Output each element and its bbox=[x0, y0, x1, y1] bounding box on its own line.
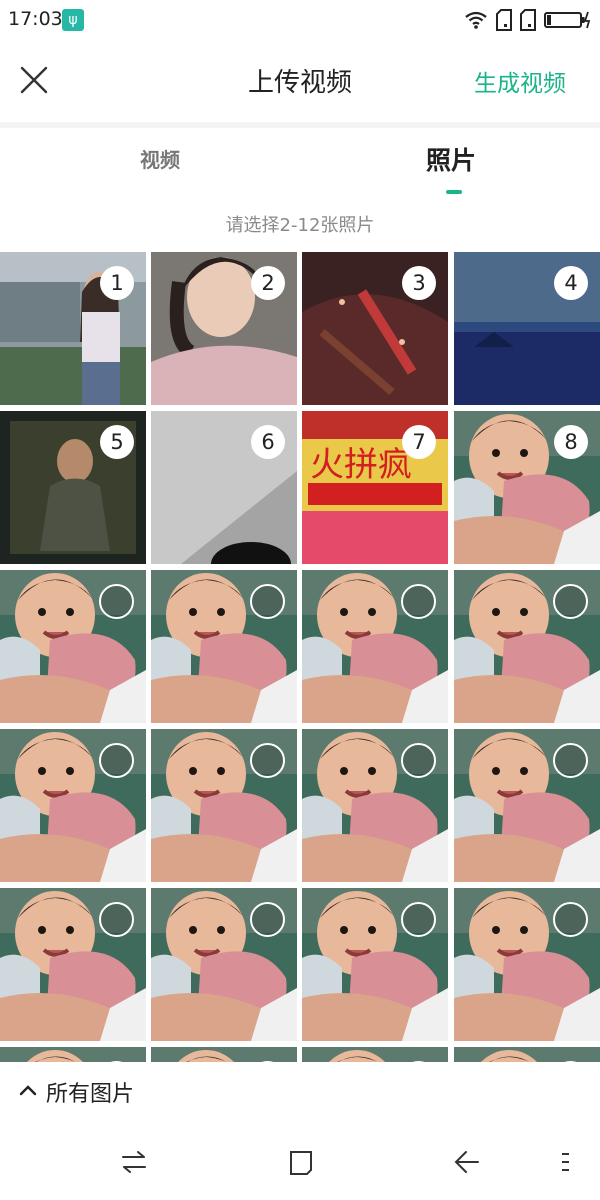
home-square-icon[interactable] bbox=[287, 1148, 315, 1176]
back-icon[interactable] bbox=[452, 1148, 480, 1176]
sim-2-icon bbox=[520, 9, 536, 31]
menu-icon[interactable] bbox=[560, 1148, 572, 1176]
photo-tile[interactable] bbox=[0, 729, 146, 882]
chevron-up-icon[interactable] bbox=[18, 1082, 38, 1098]
selection-order-badge[interactable]: 1 bbox=[100, 266, 134, 300]
selection-order-badge[interactable]: 4 bbox=[554, 266, 588, 300]
selection-order-badge[interactable]: 8 bbox=[554, 425, 588, 459]
photo-tile[interactable]: 5 bbox=[0, 411, 146, 564]
album-selector[interactable]: 所有图片 bbox=[46, 1076, 134, 1108]
system-nav-bar bbox=[0, 1120, 600, 1200]
tab-active-indicator bbox=[446, 190, 462, 194]
switch-icon[interactable] bbox=[120, 1148, 148, 1176]
selection-order-badge[interactable]: 2 bbox=[251, 266, 285, 300]
svg-text:火拼疯: 火拼疯 bbox=[310, 445, 412, 485]
photo-tile[interactable] bbox=[302, 1047, 448, 1062]
select-circle[interactable] bbox=[553, 743, 588, 778]
album-bar: 所有图片 bbox=[0, 1062, 600, 1120]
photo-tile[interactable]: 4 bbox=[454, 252, 600, 405]
status-time: 17:03 bbox=[8, 8, 63, 30]
tab-video[interactable]: 视频 bbox=[140, 144, 180, 173]
select-circle[interactable] bbox=[401, 902, 436, 937]
photo-tile[interactable]: 8 bbox=[454, 411, 600, 564]
usb-icon: ψ bbox=[62, 9, 84, 31]
selection-order-badge[interactable]: 7 bbox=[402, 425, 436, 459]
select-circle[interactable] bbox=[250, 743, 285, 778]
header: 上传视频 生成视频 bbox=[0, 40, 600, 122]
photo-tile[interactable] bbox=[151, 888, 297, 1041]
select-circle[interactable] bbox=[553, 902, 588, 937]
selection-order-badge[interactable]: 6 bbox=[251, 425, 285, 459]
photo-tile[interactable] bbox=[302, 570, 448, 723]
photo-tile[interactable]: 1 bbox=[0, 252, 146, 405]
photo-tile[interactable] bbox=[454, 729, 600, 882]
photo-tile[interactable]: 火拼疯 7 bbox=[302, 411, 448, 564]
battery-charging-icon bbox=[544, 11, 591, 29]
select-circle[interactable] bbox=[250, 584, 285, 619]
photo-tile[interactable] bbox=[454, 570, 600, 723]
tab-photo[interactable]: 照片 bbox=[426, 141, 476, 177]
photo-tile[interactable]: 2 bbox=[151, 252, 297, 405]
status-bar: 17:03 ψ bbox=[0, 0, 600, 40]
photo-tile[interactable] bbox=[454, 1047, 600, 1062]
photo-tile[interactable] bbox=[454, 888, 600, 1041]
photo-tile[interactable]: 3 bbox=[302, 252, 448, 405]
photo-tile[interactable] bbox=[151, 729, 297, 882]
photo-tile[interactable] bbox=[0, 1047, 146, 1062]
select-circle[interactable] bbox=[553, 584, 588, 619]
select-circle[interactable] bbox=[401, 584, 436, 619]
status-icons bbox=[464, 8, 592, 32]
media-tabs: 视频 照片 bbox=[0, 128, 600, 198]
select-circle[interactable] bbox=[99, 902, 134, 937]
photo-tile[interactable] bbox=[302, 888, 448, 1041]
photo-tile[interactable]: 6 bbox=[151, 411, 297, 564]
photo-thumbnail bbox=[151, 1047, 297, 1062]
photo-thumbnail bbox=[454, 1047, 600, 1062]
select-circle[interactable] bbox=[401, 743, 436, 778]
wifi-icon bbox=[465, 11, 487, 29]
photo-tile[interactable] bbox=[151, 1047, 297, 1062]
photo-thumbnail bbox=[302, 1047, 448, 1062]
selection-order-badge[interactable]: 5 bbox=[100, 425, 134, 459]
photo-tile[interactable] bbox=[0, 888, 146, 1041]
generate-video-button[interactable]: 生成视频 bbox=[474, 64, 566, 98]
sim-1-icon bbox=[496, 9, 512, 31]
photo-grid: 1 2 3 4 5 6 火拼疯 7 8 bbox=[0, 252, 600, 1062]
select-circle[interactable] bbox=[99, 584, 134, 619]
photo-tile[interactable] bbox=[151, 570, 297, 723]
photo-tile[interactable] bbox=[302, 729, 448, 882]
select-circle[interactable] bbox=[99, 743, 134, 778]
selection-hint: 请选择2-12张照片 bbox=[225, 215, 375, 236]
select-circle[interactable] bbox=[250, 902, 285, 937]
selection-order-badge[interactable]: 3 bbox=[402, 266, 436, 300]
photo-tile[interactable] bbox=[0, 570, 146, 723]
photo-thumbnail bbox=[0, 1047, 146, 1062]
